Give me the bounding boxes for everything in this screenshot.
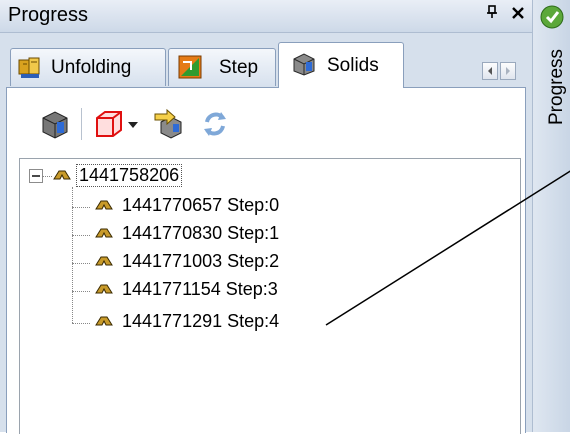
panel-title: Progress <box>8 4 89 26</box>
tree-connector <box>72 207 90 208</box>
close-icon <box>512 7 524 19</box>
chevron-left-icon <box>488 67 492 75</box>
tab-step[interactable]: Step <box>168 48 276 86</box>
chevron-right-icon <box>506 67 510 75</box>
tab-solids[interactable]: Solids <box>278 42 404 88</box>
solids-toolbar <box>27 102 427 150</box>
progress-clock-icon <box>540 5 564 29</box>
tree-child-node[interactable]: 1441771003 Step:2 <box>90 249 350 275</box>
toolbar-separator <box>81 108 82 140</box>
tree-child-node[interactable]: 1441770657 Step:0 <box>90 193 350 219</box>
pin-button[interactable] <box>482 5 502 25</box>
step-icon <box>178 55 202 79</box>
red-cube-icon[interactable] <box>93 108 125 140</box>
solid-node-icon <box>53 170 71 180</box>
chevron-down-icon[interactable] <box>127 120 139 130</box>
solid-node-icon <box>95 228 113 238</box>
tree-child-label: 1441770657 Step:0 <box>122 195 280 215</box>
solid-node-icon <box>95 284 113 294</box>
close-button[interactable] <box>508 5 528 25</box>
tree-child-node[interactable]: 1441770830 Step:1 <box>90 221 350 247</box>
tree-connector <box>72 323 90 324</box>
tab-unfolding-label: Unfolding <box>51 57 132 78</box>
tab-unfolding[interactable]: Unfolding <box>10 48 166 86</box>
solid-model-icon[interactable] <box>39 108 71 140</box>
tab-scroll-right-button[interactable] <box>500 62 516 80</box>
tree-child-label: 1441770830 Step:1 <box>122 223 280 243</box>
tree-child-label: 1441771154 Step:3 <box>122 279 278 299</box>
progress-panel: Progress Unfolding Step Solids 144175820… <box>0 0 532 434</box>
side-tab-label: Progress <box>546 48 567 125</box>
tree-root-node[interactable]: 1441758206 <box>34 163 234 189</box>
tree-connector <box>72 291 90 292</box>
tree-child-label: 1441771003 Step:2 <box>122 251 280 271</box>
solid-node-icon <box>95 256 113 266</box>
progress-side-tab[interactable]: Progress <box>532 0 570 432</box>
tree-root-label: 1441758206 <box>76 164 183 187</box>
tree-child-label: 1441771291 Step:4 <box>122 311 280 331</box>
solids-tree[interactable]: 1441758206 1441770657 Step:0 1441770830 … <box>19 158 521 434</box>
tab-scroll-left-button[interactable] <box>482 62 498 80</box>
unfolding-icon <box>18 57 40 78</box>
tree-connector <box>72 235 90 236</box>
solid-node-icon <box>95 316 113 326</box>
solids-tab-content: 1441758206 1441770657 Step:0 1441770830 … <box>6 87 526 434</box>
tree-child-node[interactable]: 1441771291 Step:4 <box>90 309 350 335</box>
import-solid-icon[interactable] <box>153 108 189 140</box>
tab-solids-label: Solids <box>327 55 379 76</box>
tree-child-node[interactable]: 1441771154 Step:3 <box>90 277 350 303</box>
tab-step-label: Step <box>219 57 259 78</box>
refresh-icon[interactable] <box>199 108 231 140</box>
solids-icon <box>293 53 315 76</box>
solid-node-icon <box>95 200 113 210</box>
pin-icon <box>487 5 497 18</box>
tree-connector <box>72 263 90 264</box>
panel-titlebar: Progress <box>0 0 532 33</box>
